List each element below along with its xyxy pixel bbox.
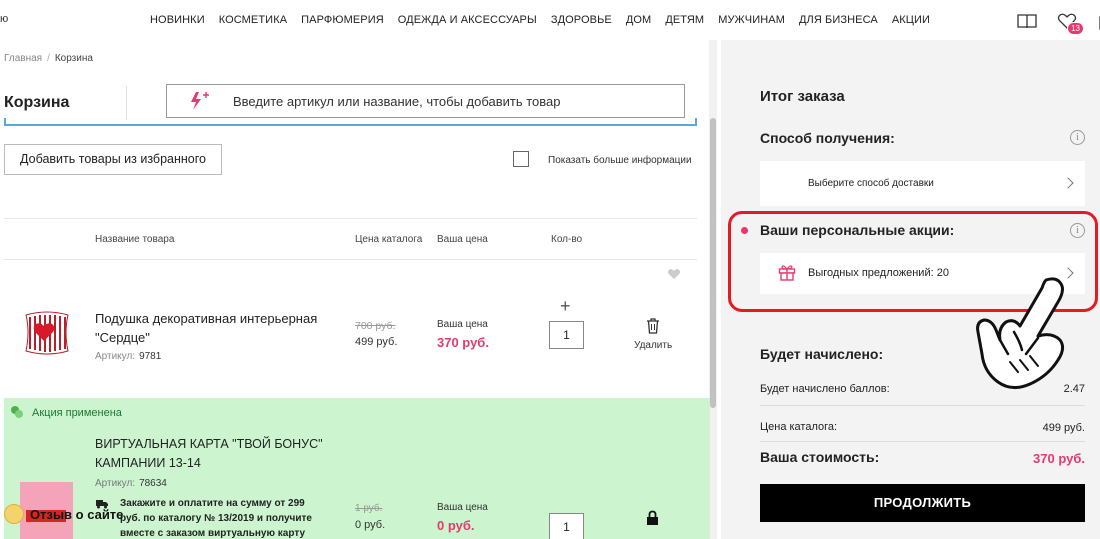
continue-button[interactable]: ПРОДОЛЖИТЬ <box>760 484 1085 522</box>
delivery-heading: Способ получения: <box>760 130 895 146</box>
total-value: 370 руб. <box>1033 451 1085 466</box>
breadcrumb-current: Корзина <box>54 53 93 64</box>
title-divider <box>126 86 127 120</box>
menu-item-home[interactable]: ДОМ <box>626 14 651 26</box>
catalog-price-label: Цена каталога: <box>760 421 838 433</box>
menu-item-clothing[interactable]: ОДЕЖДА И АКСЕССУАРЫ <box>398 14 537 26</box>
show-more-info-label[interactable]: Показать больше информации <box>548 155 692 166</box>
promo-applied-label: Акция применена <box>32 407 122 419</box>
cart-bag-icon[interactable] <box>1096 10 1100 32</box>
menu-item-health[interactable]: ЗДОРОВЬЕ <box>551 14 612 26</box>
summary-title: Итог заказа <box>760 88 845 105</box>
cart-scrollbar[interactable] <box>709 40 717 539</box>
earned-heading: Будет начислено: <box>760 346 884 362</box>
header-icons: 13 <box>1016 10 1100 35</box>
breadcrumb: Главная / Корзина <box>4 53 93 64</box>
menu-item-men[interactable]: МУЖЧИНАМ <box>718 14 785 26</box>
catalog-price-value: 499 руб. <box>1042 422 1085 434</box>
column-header-your-price: Ваша цена <box>437 234 488 245</box>
old-price: 1 руб. <box>355 503 383 514</box>
site-review-widget[interactable]: Отзыв о сайте <box>4 503 123 525</box>
pillow-heart-image[interactable] <box>22 307 72 357</box>
menu-item-kids[interactable]: ДЕТЯМ <box>665 14 704 26</box>
favorites-count-badge: 13 <box>1067 22 1084 35</box>
qty-input[interactable]: 1 <box>549 321 584 349</box>
menu-item-new[interactable]: НОВИНКИ <box>150 14 205 26</box>
scrollbar-thumb[interactable] <box>710 118 716 408</box>
menu-item-business[interactable]: ДЛЯ БИЗНЕСА <box>799 14 878 26</box>
table-divider <box>4 259 697 260</box>
summary-divider <box>760 405 1085 406</box>
favorite-heart-icon[interactable] <box>667 268 681 280</box>
trash-icon[interactable] <box>645 317 661 334</box>
top-navigation: ю НОВИНКИ КОСМЕТИКА ПАРФЮМЕРИЯ ОДЕЖДА И … <box>0 0 1100 40</box>
site-review-label[interactable]: Отзыв о сайте <box>30 507 123 522</box>
total-label: Ваша стоимость: <box>760 449 880 465</box>
promo-condition-note: Закажите и оплатите на сумму от 299 руб.… <box>120 498 312 539</box>
summary-divider <box>760 441 1085 442</box>
catalog-price: 0 руб. <box>355 519 386 531</box>
product-name[interactable]: Подушка декоративная интерьерная "Сердце… <box>95 309 335 347</box>
logo[interactable]: ю <box>0 13 8 25</box>
product-article: Артикул: 78634 <box>95 478 167 489</box>
qty-increase-button[interactable]: + <box>560 297 571 315</box>
lock-icon <box>647 510 658 525</box>
table-divider <box>4 218 697 219</box>
review-avatar-icon <box>4 504 24 524</box>
pointing-hand-icon <box>976 277 1065 389</box>
column-header-qty: Кол-во <box>551 234 583 245</box>
catalog-price: 499 руб. <box>355 336 398 348</box>
column-header-name: Название товара <box>95 234 175 245</box>
old-price: 700 руб. <box>355 320 396 332</box>
article-number: 78634 <box>139 478 167 489</box>
catalog-book-icon[interactable] <box>1016 10 1038 32</box>
your-price: 370 руб. <box>437 335 489 350</box>
your-price-label: Ваша цена <box>437 502 488 513</box>
your-price-label: Ваша цена <box>437 319 488 330</box>
promo-applied-icon <box>11 406 23 418</box>
article-number: 9781 <box>139 351 162 362</box>
cart-page: ю НОВИНКИ КОСМЕТИКА ПАРФЮМЕРИЯ ОДЕЖДА И … <box>0 0 1100 539</box>
breadcrumb-separator: / <box>47 53 50 64</box>
show-more-info-checkbox[interactable] <box>513 151 529 167</box>
input-focus-underline <box>4 118 697 126</box>
delivery-method-placeholder: Выберите способ доставки <box>808 178 934 189</box>
add-product-placeholder: Введите артикул или название, чтобы доба… <box>233 93 561 109</box>
delivery-method-selector[interactable]: Выберите способ доставки <box>760 161 1085 206</box>
breadcrumb-home[interactable]: Главная <box>4 53 42 64</box>
points-label: Будет начислено баллов: <box>760 383 890 395</box>
menu-item-promotions[interactable]: АКЦИИ <box>892 14 930 26</box>
menu-item-perfume[interactable]: ПАРФЮМЕРИЯ <box>301 14 384 26</box>
favorites-heart-icon[interactable]: 13 <box>1056 10 1084 35</box>
menu-item-cosmetics[interactable]: КОСМЕТИКА <box>219 14 287 26</box>
main-menu: НОВИНКИ КОСМЕТИКА ПАРФЮМЕРИЯ ОДЕЖДА И АК… <box>150 14 944 26</box>
chevron-right-icon <box>1062 177 1074 189</box>
article-label: Артикул: <box>95 478 136 489</box>
column-header-catalog-price: Цена каталога <box>355 234 423 245</box>
add-product-input[interactable]: Введите артикул или название, чтобы доба… <box>166 84 685 118</box>
delivery-info-icon[interactable]: i <box>1070 130 1085 145</box>
add-from-favorites-button[interactable]: Добавить товары из избранного <box>4 144 222 175</box>
article-label: Артикул: <box>95 351 136 362</box>
product-article: Артикул: 9781 <box>95 351 161 362</box>
your-price: 0 руб. <box>437 518 475 533</box>
product-name[interactable]: ВИРТУАЛЬНАЯ КАРТА "ТВОЙ БОНУС" КАМПАНИИ … <box>95 435 345 473</box>
lightning-icon <box>191 92 209 110</box>
page-title: Корзина <box>4 94 70 111</box>
delete-button[interactable]: Удалить <box>634 340 672 351</box>
qty-input: 1 <box>549 513 584 539</box>
